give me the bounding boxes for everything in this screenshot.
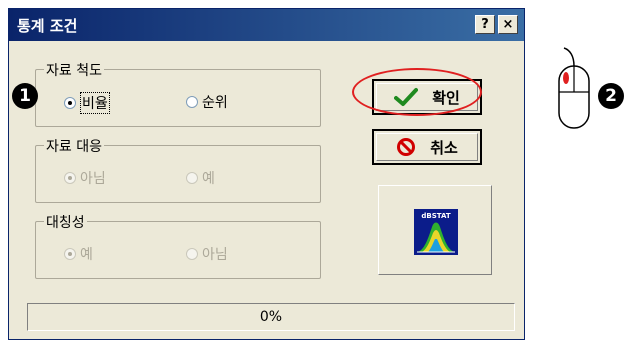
step-marker-1: 1: [12, 83, 38, 109]
radio-symmetry-yes-label: 예: [80, 247, 93, 263]
data-scale-group: 자료 척도 비율 순위: [35, 60, 321, 127]
radio-pairing-yes-label: 예: [202, 171, 215, 187]
radio-symmetry-yes: 예: [64, 244, 93, 264]
radio-symmetry-no: 아님: [186, 244, 228, 264]
radio-ratio-label: 비율: [80, 92, 110, 114]
data-scale-label: 자료 척도: [44, 60, 104, 80]
radio-pairing-yes-indicator: [186, 172, 198, 184]
radio-pairing-no: 아님: [64, 168, 106, 188]
close-button[interactable]: ×: [498, 15, 518, 34]
radio-symmetry-no-label: 아님: [202, 247, 228, 263]
prohibited-icon: [397, 138, 416, 156]
progress-bar: 0%: [27, 303, 515, 331]
radio-rank-label: 순위: [202, 95, 228, 111]
symmetry-label: 대칭성: [44, 212, 87, 232]
radio-pairing-yes: 예: [186, 168, 215, 188]
mouse-left-click-icon: [558, 47, 590, 129]
dbstat-logo-frame: dBSTAT: [378, 185, 492, 275]
step-marker-2: 2: [598, 83, 624, 109]
radio-rank[interactable]: 순위: [186, 92, 228, 112]
data-pairing-label: 자료 대응: [44, 136, 104, 156]
symmetry-group: 대칭성 예 아님: [35, 212, 321, 279]
radio-rank-indicator[interactable]: [186, 96, 198, 108]
help-button[interactable]: ?: [475, 15, 495, 34]
ok-highlight-ellipse: [352, 68, 482, 116]
data-pairing-group: 자료 대응 아님 예: [35, 136, 321, 203]
radio-ratio-indicator[interactable]: [64, 97, 76, 109]
radio-symmetry-yes-indicator: [64, 248, 76, 260]
radio-ratio[interactable]: 비율: [64, 92, 110, 114]
window-title: 통계 조건: [17, 17, 78, 35]
logo-text: dBSTAT: [421, 212, 450, 220]
dbstat-logo-icon: dBSTAT: [414, 209, 458, 255]
cancel-button-label: 취소: [430, 138, 458, 157]
radio-pairing-no-label: 아님: [80, 171, 106, 187]
radio-pairing-no-indicator: [64, 172, 76, 184]
title-bar[interactable]: 통계 조건 ? ×: [9, 9, 524, 41]
statistics-condition-dialog: 통계 조건 ? × 자료 척도 비율 순위 자료 대응 아님 예 대칭성 예 아…: [8, 8, 525, 340]
radio-symmetry-no-indicator: [186, 248, 198, 260]
progress-label: 0%: [259, 309, 283, 325]
cancel-button[interactable]: 취소: [372, 129, 482, 165]
